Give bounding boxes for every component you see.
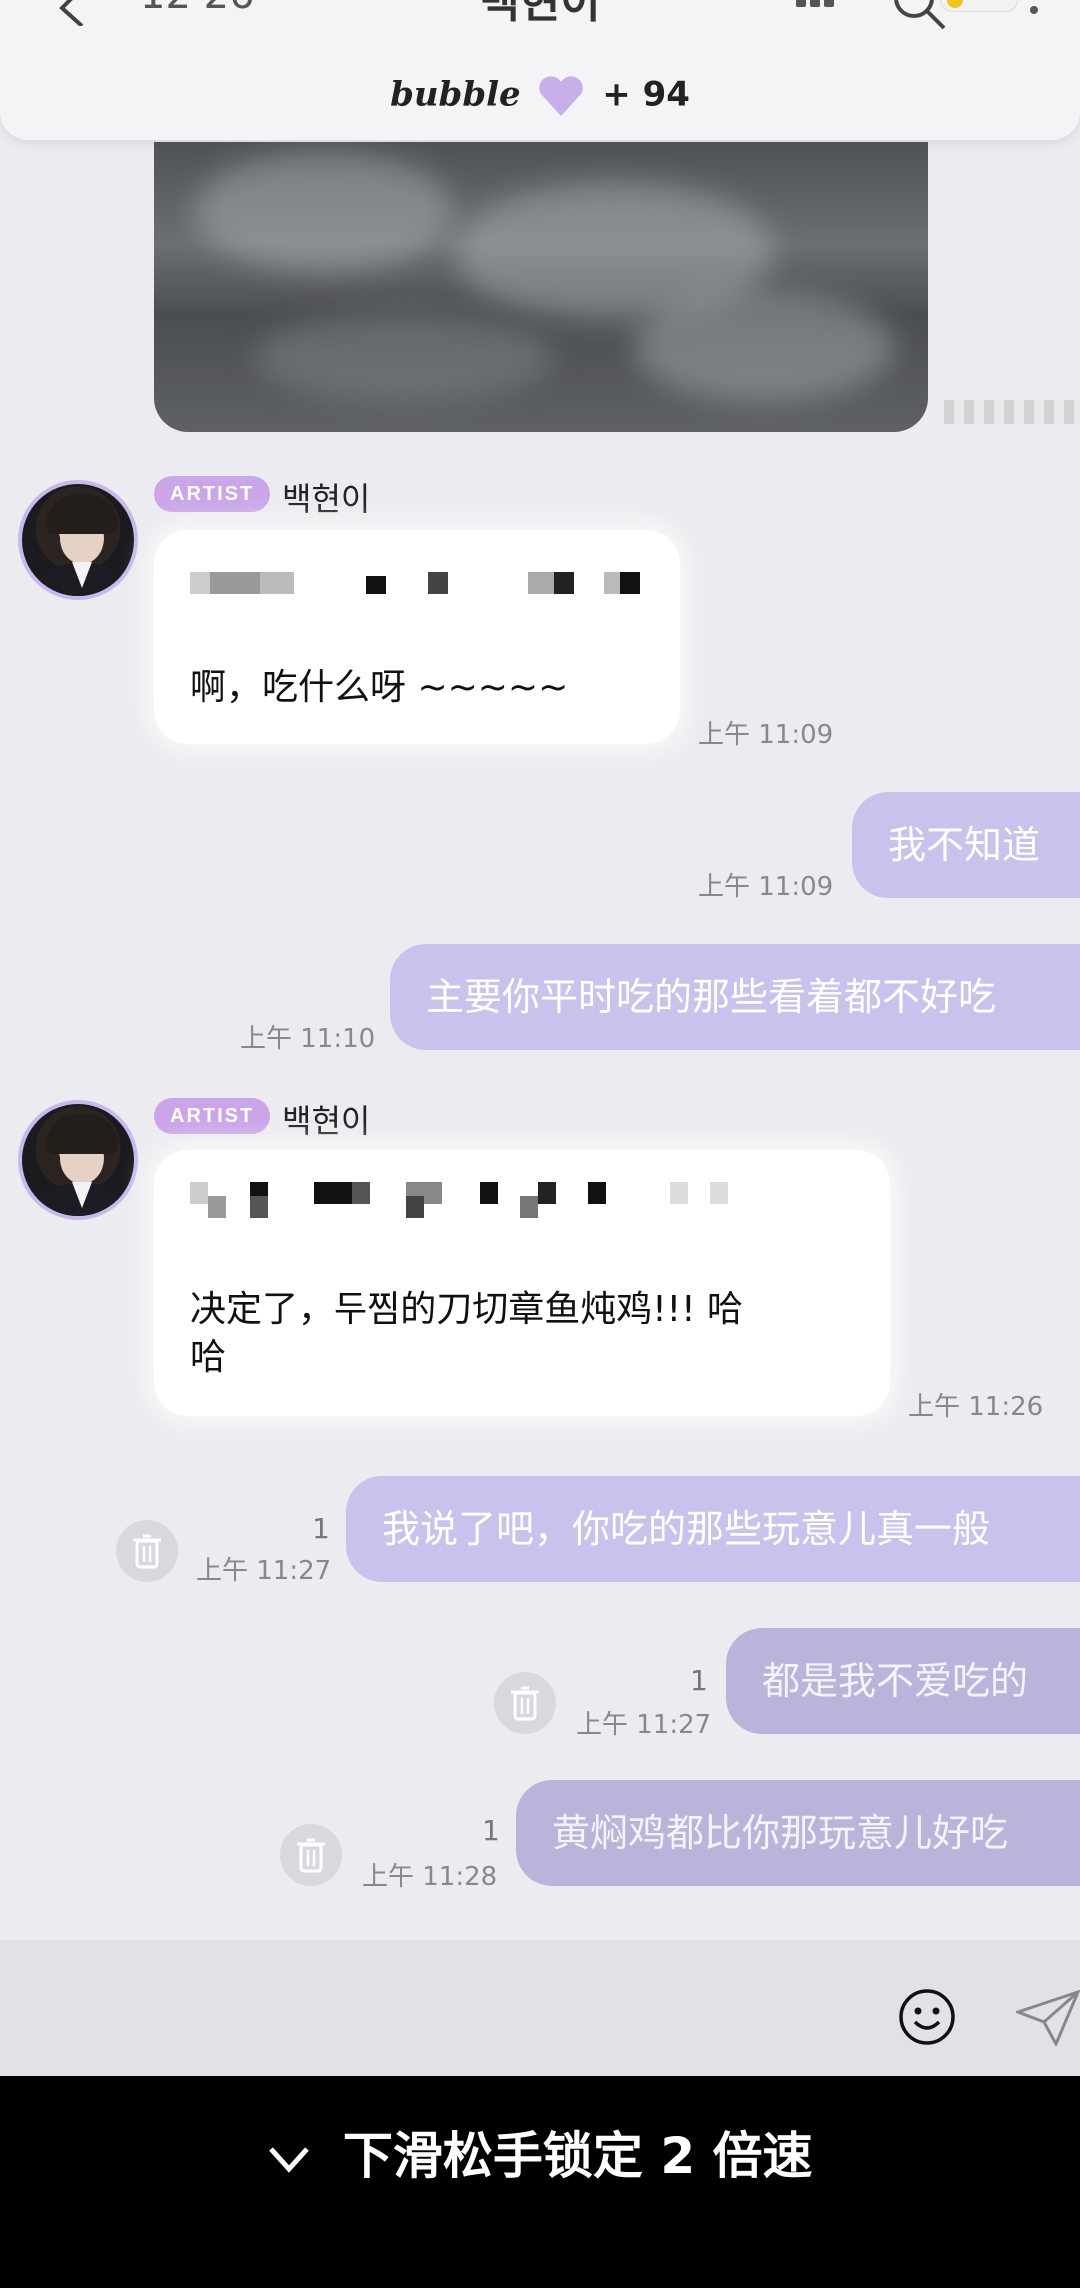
unread-count: 1 <box>482 1814 500 1847</box>
trash-button[interactable] <box>280 1824 342 1886</box>
message-text: 啊，吃什么呀 ~~~~~ <box>190 667 569 708</box>
signal-icon <box>796 0 856 7</box>
speed-hint-text: 下滑松手锁定 2 倍速 <box>342 2127 813 2185</box>
artist-badge: ARTIST <box>154 1098 271 1134</box>
message-time: 上午 11:27 <box>576 1710 712 1740</box>
incoming-message[interactable]: 啊，吃什么呀 ~~~~~ <box>154 530 680 744</box>
message-time: 上午 11:27 <box>196 1556 332 1586</box>
message-time: 上午 11:09 <box>698 720 834 750</box>
unread-count: 1 <box>690 1664 708 1697</box>
bubble-balance[interactable]: bubble + 94 <box>0 74 1080 118</box>
sender-name: 백현이 <box>282 480 371 518</box>
avatar[interactable] <box>18 1100 138 1220</box>
outgoing-message[interactable]: 黄焖鸡都比你那玩意儿好吃 <box>516 1780 1080 1886</box>
shared-photo[interactable] <box>154 142 928 432</box>
chevron-down-icon <box>269 2146 310 2173</box>
trash-button[interactable] <box>494 1672 556 1734</box>
outgoing-message[interactable]: 我说了吧，你吃的那些玩意儿真一般 <box>346 1476 1080 1582</box>
outgoing-message[interactable]: 我不知道 <box>852 792 1080 898</box>
incoming-message[interactable]: 决定了，두찜的刀切章鱼炖鸡!!! 哈 哈 <box>154 1150 890 1416</box>
unread-count: 1 <box>312 1512 330 1545</box>
speed-lock-hint[interactable]: 下滑松手锁定 2 倍速 <box>0 2116 1080 2188</box>
toggle-switch[interactable] <box>940 0 1018 12</box>
pixelated-text <box>190 572 650 598</box>
heart-icon <box>539 76 584 116</box>
avatar[interactable] <box>18 480 138 600</box>
outgoing-message[interactable]: 主要你平时吃的那些看着都不好吃 <box>390 944 1080 1050</box>
sender-name: 백현이 <box>282 1102 371 1140</box>
bubble-count: + 94 <box>602 74 690 115</box>
chat-header: 12 26 백현이 bubble + 94 <box>0 0 1080 140</box>
trash-button[interactable] <box>116 1520 178 1582</box>
trash-icon <box>297 1838 325 1873</box>
emoji-icon[interactable] <box>898 1988 956 2046</box>
trash-icon <box>511 1686 539 1721</box>
message-time: 上午 11:28 <box>362 1862 498 1892</box>
message-text: 决定了，두찜的刀切章鱼炖鸡!!! 哈 <box>190 1289 743 1330</box>
outgoing-message[interactable]: 都是我不爱吃的 <box>726 1628 1080 1734</box>
blurred-edge <box>944 400 1080 424</box>
trash-icon <box>133 1534 161 1569</box>
message-time: 上午 11:26 <box>908 1392 1044 1422</box>
message-text: 哈 <box>190 1337 227 1378</box>
message-time: 上午 11:09 <box>698 872 834 902</box>
artist-badge: ARTIST <box>154 476 271 512</box>
pixelated-text <box>190 1182 850 1218</box>
more-menu-icon[interactable] <box>1030 6 1038 14</box>
send-icon[interactable] <box>1016 1990 1080 2046</box>
bubble-logo: bubble <box>390 74 521 115</box>
message-time: 上午 11:10 <box>240 1024 376 1054</box>
